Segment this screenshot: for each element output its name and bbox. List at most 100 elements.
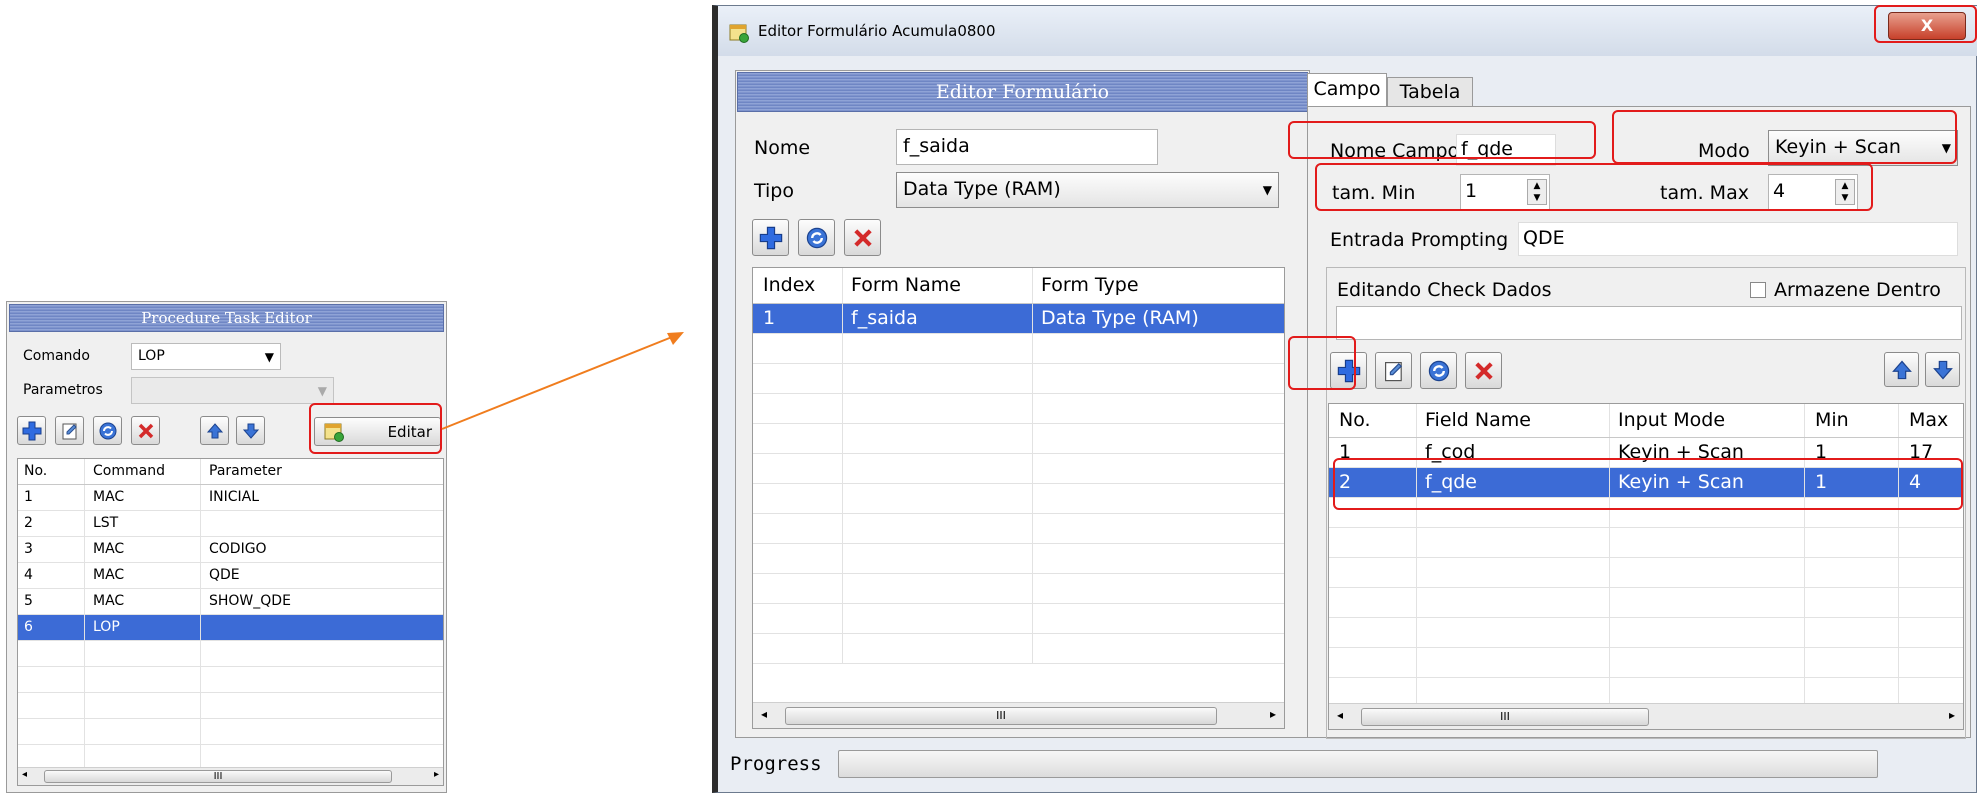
- horizontal-scrollbar[interactable]: ◂ III ▸: [1329, 703, 1963, 729]
- add-button[interactable]: [17, 416, 46, 445]
- check-dados-input[interactable]: [1336, 306, 1962, 340]
- tipo-select[interactable]: Data Type (RAM) ▼: [896, 172, 1279, 208]
- column-header-field-name[interactable]: Field Name: [1417, 404, 1610, 437]
- column-header-max[interactable]: Max: [1899, 404, 1963, 437]
- scroll-right-icon[interactable]: ▸: [434, 769, 439, 780]
- horizontal-scrollbar[interactable]: ◂ III ▸: [753, 702, 1284, 728]
- move-field-down-button[interactable]: [1925, 352, 1960, 387]
- column-header-form-name[interactable]: Form Name: [843, 268, 1033, 303]
- edit-button[interactable]: [55, 416, 84, 445]
- table-row[interactable]: [753, 574, 1284, 604]
- move-down-button[interactable]: [236, 416, 265, 445]
- tab-strip: Campo Tabela: [1307, 69, 1547, 107]
- column-header-index[interactable]: Index: [753, 268, 843, 303]
- delete-field-button[interactable]: [1465, 352, 1502, 389]
- column-header-command[interactable]: Command: [85, 459, 201, 484]
- table-row[interactable]: [1329, 558, 1963, 588]
- table-row[interactable]: 5 MAC SHOW_QDE: [18, 589, 443, 615]
- table-row[interactable]: 4 MAC QDE: [18, 563, 443, 589]
- refresh-form-button[interactable]: [798, 219, 835, 256]
- delete-button[interactable]: [131, 416, 160, 445]
- refresh-button[interactable]: [93, 416, 122, 445]
- cell-no: 5: [18, 589, 85, 614]
- cell-index: [753, 514, 843, 543]
- cell-index: [753, 604, 843, 633]
- entrada-prompting-input[interactable]: QDE: [1518, 222, 1958, 256]
- cell-index: [753, 334, 843, 363]
- nome-input[interactable]: f_saida: [896, 129, 1158, 165]
- table-row[interactable]: [753, 424, 1284, 454]
- edit-field-button[interactable]: [1375, 352, 1412, 389]
- column-header-parameter[interactable]: Parameter: [201, 459, 443, 484]
- scroll-right-icon[interactable]: ▸: [1949, 708, 1955, 722]
- scroll-right-icon[interactable]: ▸: [1270, 707, 1276, 721]
- table-row[interactable]: 3 MAC CODIGO: [18, 537, 443, 563]
- cell-command: [85, 641, 201, 666]
- scroll-left-icon[interactable]: ◂: [1337, 708, 1343, 722]
- scroll-left-icon[interactable]: ◂: [22, 769, 27, 780]
- add-form-button[interactable]: [752, 219, 789, 256]
- table-row[interactable]: [753, 364, 1284, 394]
- cell-no: 2: [18, 511, 85, 536]
- armazene-checkbox[interactable]: [1750, 282, 1766, 298]
- table-row[interactable]: [18, 667, 443, 693]
- cell-max: [1899, 558, 1963, 587]
- scrollbar-thumb[interactable]: III: [44, 770, 392, 783]
- table-row[interactable]: [753, 634, 1284, 664]
- form-table[interactable]: Index Form Name Form Type 1 f_saida Data T…: [752, 267, 1285, 729]
- table-row[interactable]: [18, 719, 443, 745]
- table-row[interactable]: [1329, 588, 1963, 618]
- refresh-field-button[interactable]: [1420, 352, 1457, 389]
- procedure-table[interactable]: No. Command Parameter 1 MAC INICIAL 2 LST 3 MA…: [17, 458, 444, 786]
- column-header-form-type[interactable]: Form Type: [1033, 268, 1284, 303]
- horizontal-scrollbar[interactable]: ◂ III ▸: [18, 767, 443, 785]
- nome-campo-highlight: [1288, 121, 1596, 159]
- scrollbar-thumb[interactable]: III: [785, 707, 1217, 725]
- arrow-up-icon: [206, 422, 223, 438]
- cell-no: [1329, 648, 1417, 677]
- form-list-panel: Editor Formulário Nome f_saida Tipo Data…: [735, 70, 1310, 738]
- table-row[interactable]: [1329, 648, 1963, 678]
- table-row[interactable]: [1329, 528, 1963, 558]
- column-header-no[interactable]: No.: [1329, 404, 1417, 437]
- table-row[interactable]: [753, 334, 1284, 364]
- cell-form-name: [843, 484, 1033, 513]
- table-row[interactable]: 6 LOP: [18, 615, 443, 641]
- table-row[interactable]: [18, 693, 443, 719]
- scroll-left-icon[interactable]: ◂: [761, 707, 767, 721]
- table-row[interactable]: 1 MAC INICIAL: [18, 485, 443, 511]
- delete-form-button[interactable]: [844, 219, 881, 256]
- cell-no: [1329, 618, 1417, 647]
- tab-tabela[interactable]: Tabela: [1387, 77, 1473, 107]
- comando-select[interactable]: LOP ▼: [131, 343, 281, 370]
- table-row[interactable]: [753, 544, 1284, 574]
- cell-command: [85, 667, 201, 692]
- window-title: Editor Formulário Acumula0800: [758, 22, 996, 40]
- cell-command: [85, 719, 201, 744]
- move-field-up-button[interactable]: [1884, 352, 1919, 387]
- table-row[interactable]: [1329, 618, 1963, 648]
- column-header-input-mode[interactable]: Input Mode: [1610, 404, 1805, 437]
- parametros-select[interactable]: ▼: [131, 377, 334, 404]
- cell-parameter: [201, 693, 443, 718]
- table-row[interactable]: [753, 454, 1284, 484]
- refresh-icon: [806, 227, 827, 248]
- table-row[interactable]: [753, 394, 1284, 424]
- table-row[interactable]: [753, 604, 1284, 634]
- table-row[interactable]: 2 LST: [18, 511, 443, 537]
- move-up-button[interactable]: [200, 416, 229, 445]
- scrollbar-thumb[interactable]: III: [1361, 708, 1649, 726]
- column-header-no[interactable]: No.: [18, 459, 85, 484]
- table-row[interactable]: [18, 641, 443, 667]
- column-header-min[interactable]: Min: [1805, 404, 1899, 437]
- nome-label: Nome: [754, 137, 811, 159]
- cell-name: [1417, 528, 1610, 557]
- form-editor-title: Editor Formulário: [737, 72, 1308, 112]
- tab-campo[interactable]: Campo: [1307, 73, 1387, 107]
- table-row[interactable]: 1 f_saida Data Type (RAM): [753, 304, 1284, 334]
- field-table[interactable]: No. Field Name Input Mode Min Max 1 f_cod…: [1328, 403, 1964, 730]
- table-row[interactable]: [753, 514, 1284, 544]
- table-row[interactable]: [753, 484, 1284, 514]
- cell-form-type: [1033, 514, 1284, 543]
- cell-form-type: [1033, 484, 1284, 513]
